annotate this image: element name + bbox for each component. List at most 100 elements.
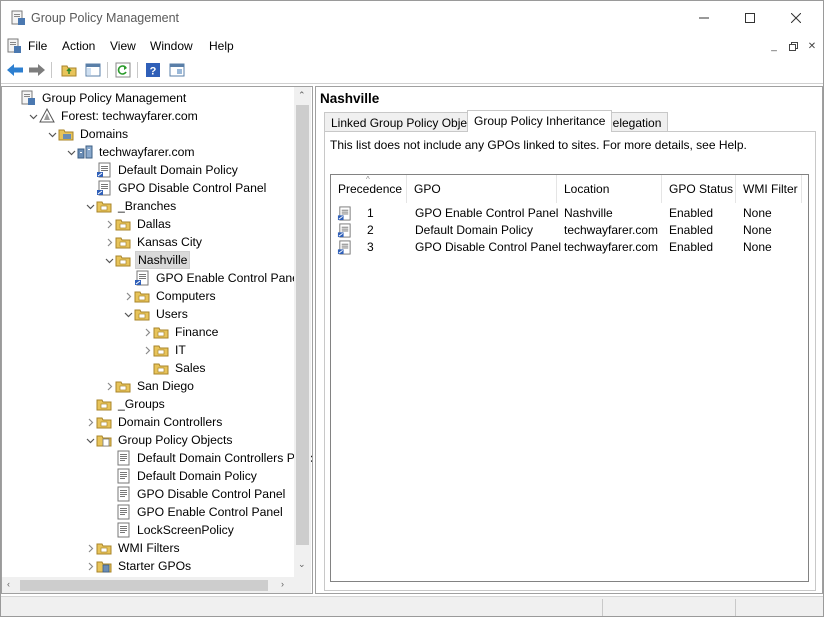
domains-folder-icon [58, 126, 74, 142]
cell-gpo-status: Enabled [669, 206, 714, 220]
expand-chevron-icon[interactable] [141, 323, 153, 341]
tree-item-group-policy-objects[interactable]: Group Policy Objects [84, 431, 234, 449]
cell-precedence: 2 [367, 223, 374, 237]
scroll-up-icon[interactable]: ⌃ [298, 90, 306, 101]
expand-chevron-icon[interactable] [122, 287, 134, 305]
tree-item-label: Sales [175, 361, 206, 375]
tree-item-branches[interactable]: _Branches [84, 197, 178, 215]
child-minimize-button[interactable]: _ [765, 38, 783, 54]
collapse-chevron-icon[interactable] [103, 251, 115, 269]
tree-item-lockscreenpolicy[interactable]: LockScreenPolicy [103, 521, 236, 539]
minimize-button[interactable] [681, 1, 727, 35]
scroll-down-icon[interactable]: ⌄ [298, 559, 306, 570]
column-header-location[interactable]: Location [557, 175, 662, 203]
expand-chevron-icon[interactable] [84, 557, 96, 575]
tree-item-label: Default Domain Controllers Policy [137, 451, 313, 465]
tree-item-forest-techwayfarer-com[interactable]: Forest: techwayfarer.com [27, 107, 200, 125]
menu-view[interactable]: View [110, 39, 136, 53]
child-restore-button[interactable] [784, 38, 802, 54]
tree-item-wmi-filters[interactable]: WMI Filters [84, 539, 182, 557]
tree-item-label: GPO Disable Control Panel [118, 181, 267, 195]
expand-chevron-icon[interactable] [84, 539, 96, 557]
tree-vertical-scroll-thumb[interactable] [296, 105, 309, 545]
show-hide-tree-button[interactable] [83, 60, 103, 80]
tree-item-label: Domains [80, 127, 129, 141]
scroll-right-icon[interactable]: › [281, 579, 284, 589]
column-header-wmi-filter[interactable]: WMI Filter [736, 175, 802, 203]
expand-chevron-icon[interactable] [103, 377, 115, 395]
up-one-level-button[interactable] [59, 60, 79, 80]
column-header-precedence[interactable]: ^ Precedence [331, 175, 407, 203]
inheritance-list[interactable]: ^ Precedence GPO Location GPO Status WMI… [330, 174, 809, 582]
collapse-chevron-icon[interactable] [122, 305, 134, 323]
close-button[interactable] [773, 1, 819, 35]
tree-item-default-domain-policy[interactable]: Default Domain Policy [84, 161, 240, 179]
tab-linked-gpos[interactable]: Linked Group Policy Objects [324, 112, 490, 132]
forward-button[interactable] [27, 60, 47, 80]
tree-vertical-scrollbar[interactable]: ⌃ ⌄ [294, 87, 311, 577]
menu-file[interactable]: File [28, 39, 47, 53]
expand-chevron-icon[interactable] [84, 413, 96, 431]
tree-item-group-policy-management[interactable]: Group Policy Management [8, 89, 188, 107]
tree-horizontal-scroll-thumb[interactable] [20, 580, 268, 591]
expand-chevron-icon[interactable] [103, 215, 115, 233]
menu-window[interactable]: Window [150, 39, 193, 53]
scroll-left-icon[interactable]: ‹ [7, 579, 10, 589]
child-close-button[interactable]: ✕ [803, 38, 821, 54]
console-document-icon[interactable] [6, 38, 22, 54]
tree-item-domain-controllers[interactable]: Domain Controllers [84, 413, 224, 431]
toolbar: ? [1, 57, 823, 84]
properties-button[interactable] [167, 60, 187, 80]
collapse-chevron-icon[interactable] [84, 197, 96, 215]
tree-item-techwayfarer-com[interactable]: techwayfarer.com [65, 143, 197, 161]
maximize-button[interactable] [727, 1, 773, 35]
tree-item-default-domain-controllers-policy[interactable]: Default Domain Controllers Policy [103, 449, 313, 467]
tree-item-gpo-enable-control-panel[interactable]: GPO Enable Control Panel [103, 503, 285, 521]
tab-gp-inheritance[interactable]: Group Policy Inheritance [467, 110, 613, 132]
tree-item-label: Computers [156, 289, 216, 303]
collapse-chevron-icon[interactable] [46, 125, 58, 143]
tree-item-gpo-disable-control-panel[interactable]: GPO Disable Control Panel [103, 485, 287, 503]
menu-bar: File Action View Window Help _ ✕ [1, 35, 823, 57]
collapse-chevron-icon[interactable] [27, 107, 39, 125]
tree-item-gpo-disable-control-panel[interactable]: GPO Disable Control Panel [84, 179, 268, 197]
tree-item-san-diego[interactable]: San Diego [103, 377, 196, 395]
console-tree-pane[interactable]: Group Policy Management Forest: techwayfa… [1, 86, 313, 594]
gpo-link-icon [337, 240, 352, 258]
inheritance-row[interactable]: 2 Default Domain Policy techwayfarer.com En… [331, 222, 808, 239]
tree-item-users[interactable]: Users [122, 305, 190, 323]
help-button[interactable]: ? [143, 60, 163, 80]
back-icon [7, 64, 23, 76]
refresh-button[interactable] [113, 60, 133, 80]
back-button[interactable] [5, 60, 25, 80]
expand-chevron-icon[interactable] [141, 341, 153, 359]
collapse-chevron-icon[interactable] [84, 431, 96, 449]
tree-horizontal-scrollbar[interactable]: ‹ › [2, 577, 294, 593]
tree-item-dallas[interactable]: Dallas [103, 215, 173, 233]
tree-item-domains[interactable]: Domains [46, 125, 130, 143]
tree-item-nashville[interactable]: Nashville [103, 251, 191, 269]
tree-item-starter-gpos[interactable]: Starter GPOs [84, 557, 193, 575]
column-header-gpo-status[interactable]: GPO Status [662, 175, 736, 203]
tree-item-groups[interactable]: _Groups [84, 395, 167, 413]
help-icon: ? [146, 63, 160, 78]
tree-item-label: Starter GPOs [118, 559, 192, 573]
inheritance-row[interactable]: 3 GPO Disable Control Panel techwayfarer.c… [331, 239, 808, 256]
tree-item-sales[interactable]: Sales [141, 359, 208, 377]
tree-item-finance[interactable]: Finance [141, 323, 220, 341]
column-header-gpo[interactable]: GPO [407, 175, 557, 203]
collapse-chevron-icon[interactable] [65, 143, 77, 161]
cell-gpo-status: Enabled [669, 240, 714, 254]
tree-item-kansas-city[interactable]: Kansas City [103, 233, 204, 251]
tree-item-gpo-enable-control-panel[interactable]: GPO Enable Control Panel [122, 269, 304, 287]
menu-action[interactable]: Action [62, 39, 95, 53]
cell-location: techwayfarer.com [564, 223, 659, 237]
tree-item-default-domain-policy[interactable]: Default Domain Policy [103, 467, 259, 485]
menu-help[interactable]: Help [209, 39, 234, 53]
inheritance-row[interactable]: 1 GPO Enable Control Panel Nashville Enable… [331, 205, 808, 222]
tree-item-computers[interactable]: Computers [122, 287, 218, 305]
tree-item-it[interactable]: IT [141, 341, 188, 359]
expand-chevron-icon[interactable] [103, 233, 115, 251]
